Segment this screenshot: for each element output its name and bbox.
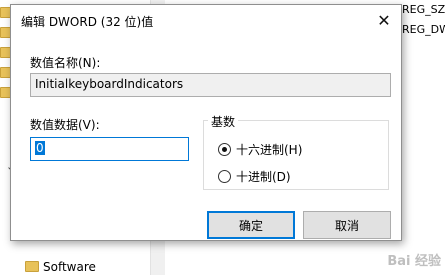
close-icon: ✕ [377,10,391,30]
radio-hexadecimal[interactable]: 十六进制(H) [218,141,302,158]
value-data-text: 0 [35,141,45,155]
radio-unchecked-icon [218,170,231,183]
dialog-title: 编辑 DWORD (32 位)值 [21,15,154,29]
ok-button[interactable]: 确定 [207,211,295,239]
cancel-button-label: 取消 [334,218,359,233]
dialog-titlebar[interactable]: 编辑 DWORD (32 位)值 ✕ [11,5,401,35]
tree-item-software[interactable]: Software [0,258,150,275]
radio-hex-label: 十六进制(H) [236,143,303,157]
edit-dword-dialog: 编辑 DWORD (32 位)值 ✕ 数值名称(N): Initialkeybo… [10,4,402,241]
close-button[interactable]: ✕ [367,5,401,35]
base-group-title: 基数 [208,113,239,130]
value-name-label: 数值名称(N): [30,56,101,70]
radio-decimal[interactable]: 十进制(D) [218,168,291,185]
cancel-button[interactable]: 取消 [303,211,391,239]
radio-dec-label: 十进制(D) [236,170,291,184]
radio-checked-icon [218,143,231,156]
ok-button-label: 确定 [238,218,263,233]
watermark: Bai 经验 [387,254,441,269]
value-data-input[interactable]: 0 [30,137,189,161]
value-data-label: 数值数据(V): [30,118,100,132]
folder-icon [25,261,39,272]
value-name-field[interactable]: InitialkeyboardIndicators [30,73,391,97]
tree-item-label: Software [43,259,96,274]
value-name-text: InitialkeyboardIndicators [35,77,184,91]
